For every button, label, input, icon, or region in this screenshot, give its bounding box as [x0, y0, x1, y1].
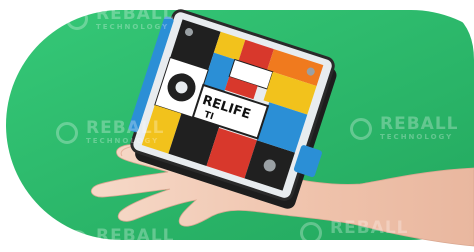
watermark-logo-icon	[66, 230, 88, 252]
watermark-logo-icon	[350, 118, 372, 140]
watermark-line2: TECHNOLOGY	[86, 137, 160, 145]
watermark-logo-icon	[300, 222, 322, 244]
watermark-line2: TECHNOLOGY	[380, 133, 454, 141]
watermark-line1: REBALL	[380, 114, 459, 134]
watermark: REBALL TECHNOLOGY	[350, 114, 459, 142]
watermark-line1: REBALL	[330, 218, 409, 238]
watermark-line1: REBALL	[96, 4, 175, 24]
watermark-line1: REBALL	[86, 118, 165, 138]
watermark: REBALL TECHNOLOGY	[56, 118, 165, 146]
watermark: REBALL	[66, 226, 175, 252]
watermark-line2: TECHNOLOGY	[96, 23, 170, 31]
watermark: REBALL TECHNOLOGY	[66, 4, 175, 32]
watermark-logo-icon	[66, 8, 88, 30]
watermark: REBALL	[300, 218, 409, 244]
watermark-line1: REBALL	[96, 226, 175, 246]
watermark-logo-icon	[56, 122, 78, 144]
